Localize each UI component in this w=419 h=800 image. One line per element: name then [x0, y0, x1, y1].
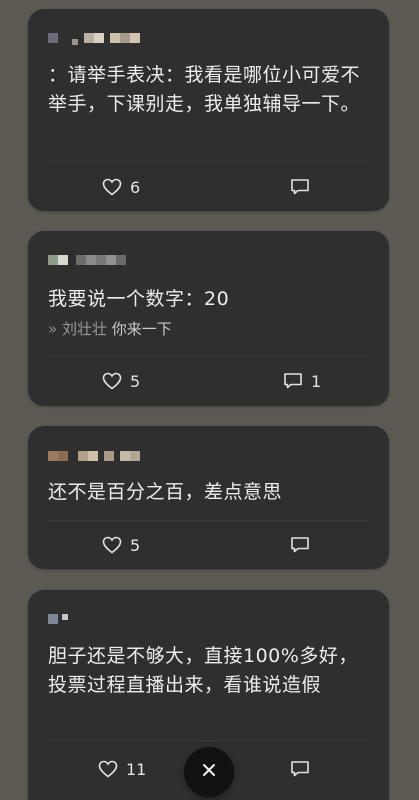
- divider: [48, 161, 369, 162]
- divider: [48, 520, 369, 521]
- comment-icon: [283, 372, 303, 390]
- author-avatar-blurred[interactable]: [48, 255, 126, 275]
- heart-icon: [102, 178, 122, 196]
- heart-icon: [102, 536, 122, 554]
- heart-icon: [98, 760, 118, 778]
- like-count: 5: [130, 535, 141, 555]
- like-button[interactable]: 5: [102, 370, 140, 392]
- comment-icon: [290, 760, 310, 778]
- comment-card[interactable]: ：请举手表决：我看是哪位小可爱不举手，下课别走，我单独辅导一下。 6: [28, 9, 389, 211]
- comment-text: 还不是百分之百，差点意思: [48, 481, 283, 503]
- reply-button[interactable]: [290, 758, 310, 780]
- divider: [48, 355, 369, 356]
- reply-button[interactable]: [290, 534, 310, 556]
- reply-preview[interactable]: » 刘壮壮 你来一下: [48, 319, 172, 339]
- author-avatar-blurred[interactable]: [48, 614, 68, 634]
- like-count: 6: [130, 177, 141, 197]
- comment-card[interactable]: 我要说一个数字：20 » 刘壮壮 你来一下 5 1: [28, 231, 389, 406]
- comment-icon: [290, 536, 310, 554]
- heart-icon: [102, 372, 122, 390]
- comment-card[interactable]: 还不是百分之百，差点意思 5: [28, 426, 389, 569]
- author-avatar-blurred[interactable]: [48, 451, 140, 471]
- reply-author[interactable]: 刘壮壮: [62, 320, 107, 338]
- close-button[interactable]: [184, 747, 234, 797]
- author-avatar-blurred[interactable]: [48, 33, 140, 53]
- like-count: 11: [126, 759, 147, 779]
- reply-text: 你来一下: [111, 320, 172, 338]
- divider: [48, 740, 369, 741]
- like-count: 5: [130, 371, 141, 391]
- like-button[interactable]: 6: [102, 176, 140, 198]
- like-button[interactable]: 5: [102, 534, 140, 556]
- reply-count: 1: [311, 371, 322, 391]
- comment-text: ：请举手表决：我看是哪位小可爱不举手，下课别走，我单独辅导一下。: [48, 64, 361, 115]
- reply-button[interactable]: [290, 176, 310, 198]
- comment-text: 我要说一个数字：20: [48, 288, 230, 310]
- like-button[interactable]: 11: [98, 758, 146, 780]
- reply-button[interactable]: 1: [283, 370, 321, 392]
- reply-arrow-icon: »: [48, 320, 58, 338]
- comment-icon: [290, 178, 310, 196]
- comment-text: 胆子还是不够大，直接100%多好，投票过程直播出来，看谁说造假: [48, 645, 358, 696]
- close-icon: [201, 762, 217, 782]
